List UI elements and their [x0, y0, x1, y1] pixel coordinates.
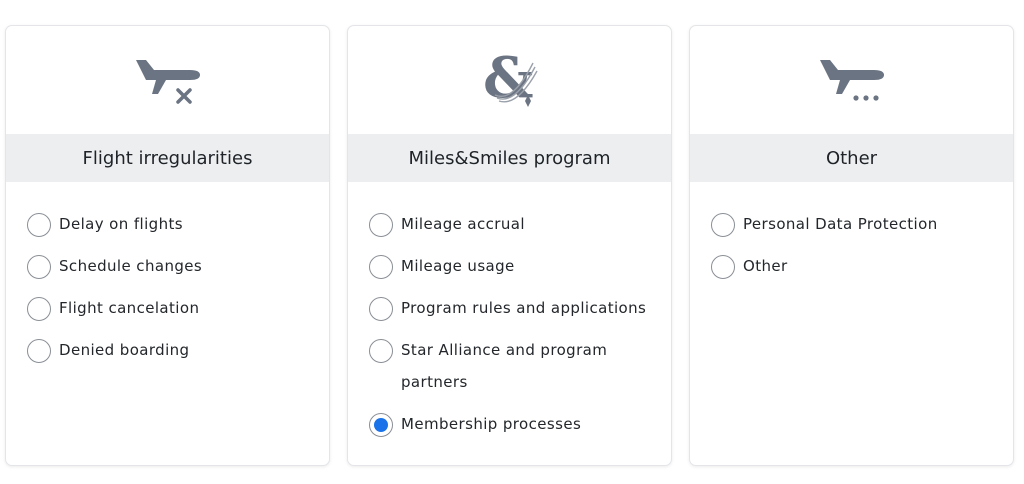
- option-label: Mileage accrual: [401, 215, 525, 233]
- radio-button[interactable]: [369, 339, 393, 363]
- option-program-rules[interactable]: Program rules and applications: [348, 296, 671, 324]
- option-label: Star Alliance and program partners: [401, 341, 608, 391]
- radio-button[interactable]: [27, 339, 51, 363]
- option-mileage-usage[interactable]: Mileage usage: [348, 254, 671, 282]
- option-label: Schedule changes: [59, 257, 203, 275]
- option-label: Membership processes: [401, 415, 582, 433]
- option-label: Other: [743, 257, 788, 275]
- radio-button[interactable]: [27, 297, 51, 321]
- option-membership-processes[interactable]: Membership processes: [348, 412, 671, 440]
- radio-button-selected[interactable]: [369, 413, 393, 437]
- option-label: Program rules and applications: [401, 299, 647, 317]
- radio-button[interactable]: [27, 213, 51, 237]
- option-star-alliance[interactable]: Star Alliance and program partners: [348, 338, 671, 398]
- option-delay-on-flights[interactable]: Delay on flights: [6, 212, 329, 240]
- option-other[interactable]: Other: [690, 254, 1013, 282]
- card-flight-irregularities: Flight irregularities Delay on flights S…: [5, 25, 330, 466]
- radio-button[interactable]: [27, 255, 51, 279]
- option-label: Denied boarding: [59, 341, 190, 359]
- option-schedule-changes[interactable]: Schedule changes: [6, 254, 329, 282]
- radio-button[interactable]: [369, 297, 393, 321]
- category-cards: Flight irregularities Delay on flights S…: [0, 0, 1024, 484]
- plane-more-icon: [819, 60, 884, 101]
- option-flight-cancelation[interactable]: Flight cancelation: [6, 296, 329, 324]
- option-label: Flight cancelation: [59, 299, 200, 317]
- options-list: Mileage accrual Mileage usage Program ru…: [348, 182, 671, 440]
- option-mileage-accrual[interactable]: Mileage accrual: [348, 212, 671, 240]
- radio-button[interactable]: [369, 255, 393, 279]
- option-personal-data-protection[interactable]: Personal Data Protection: [690, 212, 1013, 240]
- radio-button[interactable]: [711, 255, 735, 279]
- radio-button[interactable]: [369, 213, 393, 237]
- ampersand-star-icon: &: [483, 45, 538, 111]
- card-title: Other: [690, 134, 1013, 182]
- card-miles-smiles: & Miles&Smiles program Mileage accrual M…: [347, 25, 672, 466]
- options-list: Personal Data Protection Other: [690, 182, 1013, 282]
- option-label: Delay on flights: [59, 215, 183, 233]
- option-label: Mileage usage: [401, 257, 515, 275]
- card-title: Miles&Smiles program: [348, 134, 671, 182]
- option-denied-boarding[interactable]: Denied boarding: [6, 338, 329, 366]
- card-other: Other Personal Data Protection Other: [689, 25, 1014, 466]
- option-label: Personal Data Protection: [743, 215, 938, 233]
- radio-button[interactable]: [711, 213, 735, 237]
- card-title: Flight irregularities: [6, 134, 329, 182]
- options-list: Delay on flights Schedule changes Flight…: [6, 182, 329, 366]
- plane-cancel-icon: [135, 60, 200, 104]
